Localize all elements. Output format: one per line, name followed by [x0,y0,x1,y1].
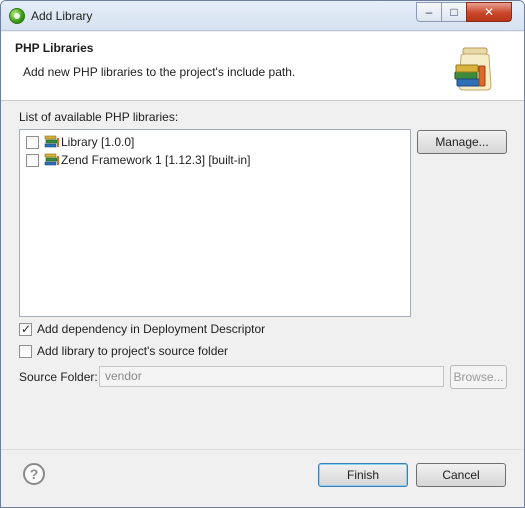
libraries-list[interactable]: Library [1.0.0] Zend Framework 1 [1.12.3… [19,129,411,317]
add-dependency-option[interactable]: Add dependency in Deployment Descriptor [19,322,265,336]
browse-button: Browse... [450,365,507,389]
add-to-source-option[interactable]: Add library to project's source folder [19,344,228,358]
app-icon [9,8,25,24]
window-title: Add Library [31,9,93,23]
manage-button[interactable]: Manage... [417,130,507,154]
title-bar[interactable]: Add Library – □ ✕ [1,1,524,31]
header-banner: PHP Libraries Add new PHP libraries to t… [1,32,524,101]
library-label: Zend Framework 1 [1.12.3] [built-in] [61,153,251,167]
header-title: PHP Libraries [15,41,94,55]
library-books-icon [44,135,59,148]
add-to-source-checkbox[interactable] [19,344,32,358]
libraries-list-label: List of available PHP libraries: [19,110,179,124]
finish-button[interactable]: Finish [318,463,408,487]
help-icon[interactable]: ? [23,463,45,485]
library-label: Library [1.0.0] [61,135,135,149]
list-item[interactable]: Zend Framework 1 [1.12.3] [built-in] [26,151,250,169]
header-description: Add new PHP libraries to the project's i… [23,65,296,79]
add-to-source-label: Add library to project's source folder [37,344,229,358]
close-button[interactable]: ✕ [466,2,512,22]
cancel-button[interactable]: Cancel [416,463,506,487]
library-jar-icon [454,47,492,91]
maximize-button[interactable]: □ [441,2,467,22]
source-folder-label: Source Folder: [19,370,98,384]
footer-separator [1,449,524,450]
list-item[interactable]: Library [1.0.0] [26,133,134,151]
minimize-button[interactable]: – [416,2,442,22]
add-library-dialog: Add Library – □ ✕ PHP Libraries Add new … [0,0,525,508]
library-books-icon [44,153,59,166]
library-checkbox[interactable] [26,153,39,167]
add-dependency-checkbox[interactable] [19,322,32,336]
add-dependency-label: Add dependency in Deployment Descriptor [37,322,266,336]
library-checkbox[interactable] [26,135,39,149]
source-folder-input: vendor [99,366,444,387]
